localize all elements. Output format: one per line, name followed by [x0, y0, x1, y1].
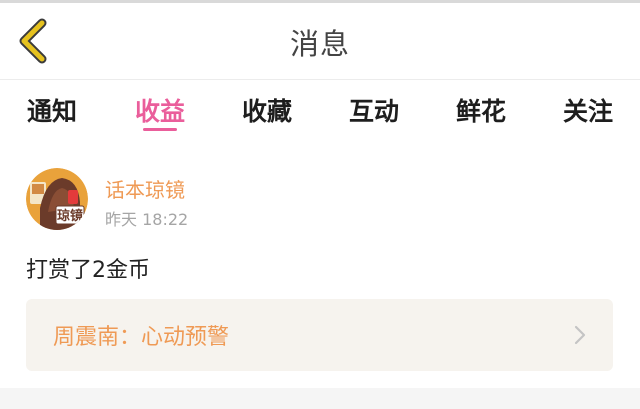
chevron-right-icon [574, 325, 586, 345]
message-timestamp: 昨天 18:22 [105, 210, 189, 229]
message-text: 打赏了2金币 [26, 258, 150, 283]
tab-notifications[interactable]: 通知 [12, 92, 92, 128]
tab-following[interactable]: 关注 [548, 92, 628, 128]
page-title: 消息 [289, 27, 350, 61]
avatar[interactable]: 琼镜 [26, 168, 88, 230]
tab-bar: 通知 收益 收藏 互动 鲜花 关注 [0, 80, 640, 136]
quoted-content-card[interactable]: 周震南：心动预警 [26, 299, 613, 371]
sender-name[interactable]: 话本琼镜 [105, 174, 185, 203]
tab-interactions[interactable]: 互动 [334, 92, 414, 128]
bottom-separator [0, 388, 640, 409]
header-bar: 消息 [0, 3, 640, 80]
quoted-content-text: 周震南：心动预警 [53, 325, 230, 350]
tab-earnings[interactable]: 收益 [120, 92, 200, 128]
avatar-logo-text: 琼镜 [57, 208, 83, 224]
active-tab-indicator [143, 128, 177, 131]
avatar-image: 琼镜 [26, 168, 88, 230]
tab-flowers[interactable]: 鲜花 [441, 92, 521, 128]
tab-favorites[interactable]: 收藏 [227, 92, 307, 128]
